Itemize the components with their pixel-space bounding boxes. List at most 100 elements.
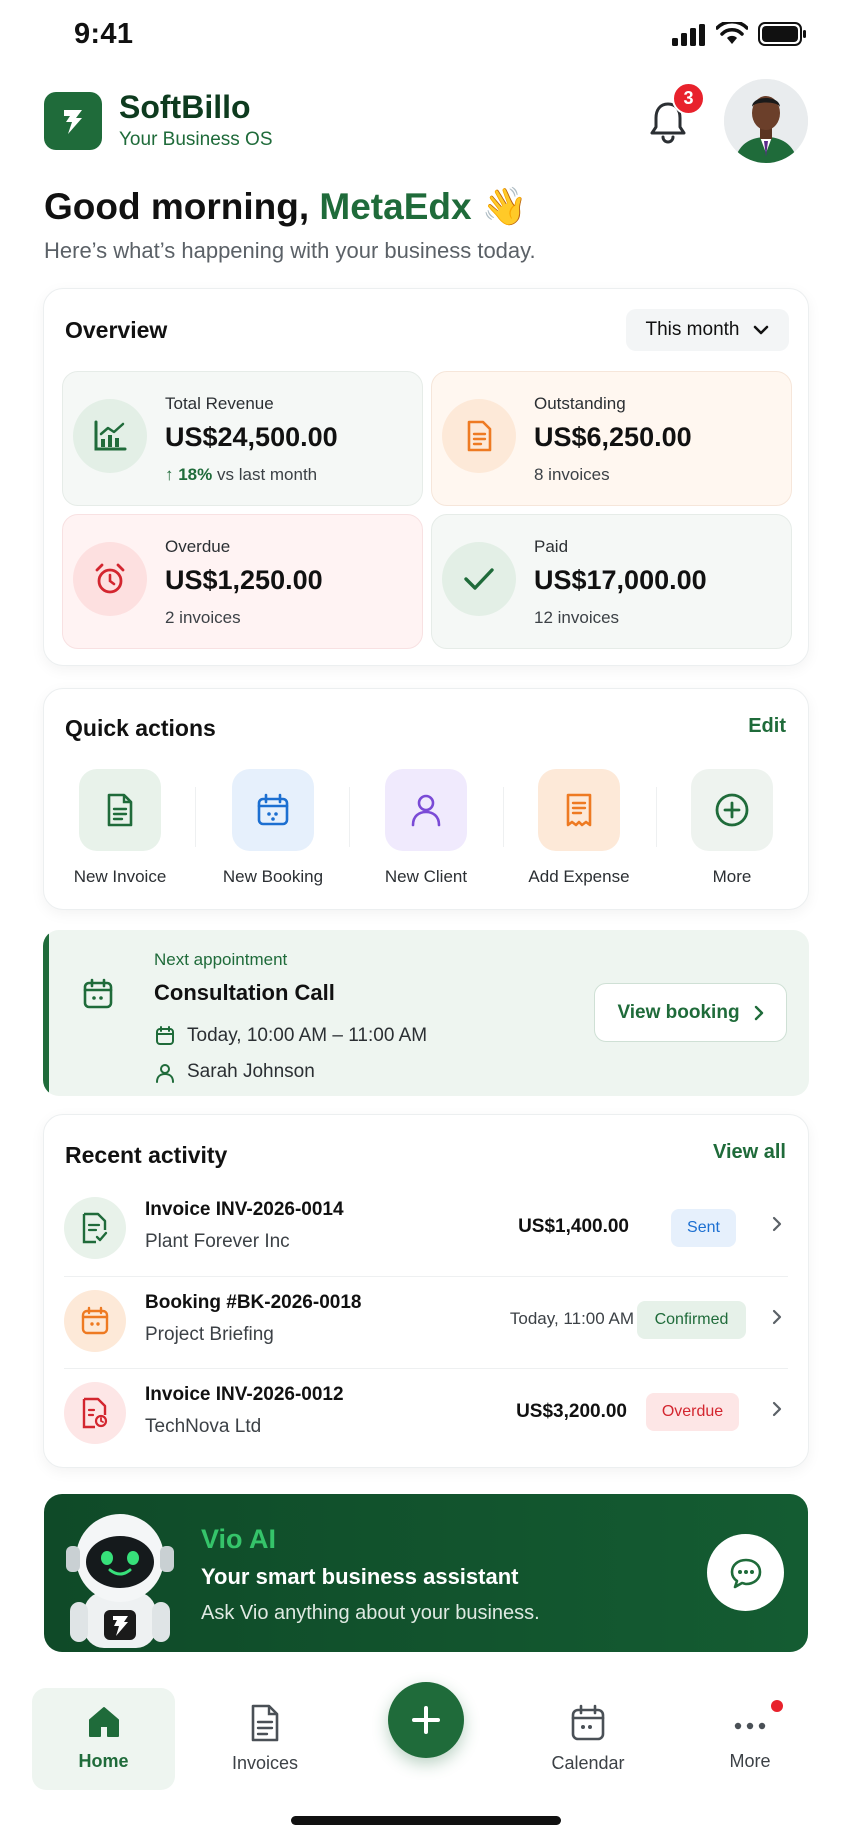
alarm-clock-icon xyxy=(73,542,147,616)
activity-subtitle: Project Briefing xyxy=(145,1324,274,1345)
notification-badge: 3 xyxy=(672,82,705,115)
avatar[interactable] xyxy=(724,79,808,163)
nav-more-dot xyxy=(771,1700,783,1712)
view-booking-label: View booking xyxy=(617,1001,740,1023)
stat-outstanding[interactable]: Outstanding US$6,250.00 8 invoices xyxy=(431,371,792,506)
chat-bubble-icon xyxy=(730,1558,761,1588)
activity-title: Invoice INV-2026-0014 xyxy=(145,1199,344,1220)
nav-invoices[interactable]: Invoices xyxy=(205,1688,325,1774)
receipt-icon xyxy=(566,793,592,827)
signal-icon xyxy=(672,24,706,46)
period-dropdown-label: This month xyxy=(645,319,740,340)
activity-row[interactable]: Invoice INV-2026-0012 TechNova Ltd US$3,… xyxy=(64,1370,788,1462)
activity-row[interactable]: Invoice INV-2026-0014 Plant Forever Inc … xyxy=(64,1185,788,1277)
nav-label: Home xyxy=(78,1751,129,1771)
stat-total-revenue[interactable]: Total Revenue US$24,500.00 ↑ 18% vs last… xyxy=(62,371,423,506)
nav-calendar[interactable]: Calendar xyxy=(528,1688,648,1774)
quick-action-label: More xyxy=(712,867,752,886)
nav-label: More xyxy=(729,1751,771,1771)
quick-action-new-booking[interactable]: New Booking xyxy=(203,769,343,887)
greeting-prefix: Good morning, xyxy=(44,186,310,227)
vio-ai-banner[interactable]: Vio AI Your smart business assistant Ask… xyxy=(44,1494,808,1652)
calendar-icon xyxy=(83,978,113,1009)
booking-calendar-icon xyxy=(64,1290,126,1352)
stat-note: 8 invoices xyxy=(534,465,610,484)
overview-title: Overview xyxy=(65,317,168,343)
quick-action-more[interactable]: More xyxy=(662,769,802,887)
stat-label: Paid xyxy=(534,537,569,556)
chevron-right-icon xyxy=(754,1005,763,1020)
chart-icon xyxy=(73,399,147,473)
invoice-warning-icon xyxy=(64,1382,126,1444)
calendar-icon xyxy=(571,1704,605,1741)
view-booking-button[interactable]: View booking xyxy=(594,983,787,1042)
plus-circle-icon xyxy=(715,793,749,827)
stat-change-value: ↑ 18% xyxy=(165,465,213,484)
brand-logo xyxy=(44,92,102,150)
stat-note: 2 invoices xyxy=(165,608,241,627)
quick-action-label: New Invoice xyxy=(73,867,167,886)
quick-action-label: New Client xyxy=(384,867,468,886)
stat-value: US$1,250.00 xyxy=(165,565,323,595)
nav-label: Invoices xyxy=(231,1753,299,1773)
document-icon xyxy=(442,399,516,473)
home-icon xyxy=(88,1707,119,1737)
robot-mascot-icon xyxy=(66,1514,174,1648)
stat-change: ↑ 18% vs last month xyxy=(165,465,317,485)
stat-value: US$6,250.00 xyxy=(534,422,692,452)
nav-more[interactable]: More xyxy=(690,1688,810,1772)
invoice-icon xyxy=(107,793,133,827)
quick-action-label: New Booking xyxy=(222,867,324,886)
activity-title: Booking #BK-2026-0018 xyxy=(145,1292,362,1313)
battery-icon xyxy=(758,22,808,46)
chevron-right-icon xyxy=(772,1309,782,1325)
check-icon xyxy=(442,542,516,616)
quick-action-new-client[interactable]: New Client xyxy=(356,769,496,887)
home-indicator xyxy=(291,1816,561,1825)
greeting-title: Good morning, MetaEdx 👋 xyxy=(44,186,528,229)
plus-icon xyxy=(412,1706,440,1734)
stat-overdue[interactable]: Overdue US$1,250.00 2 invoices xyxy=(62,514,423,649)
chevron-right-icon xyxy=(772,1216,782,1232)
wifi-icon xyxy=(715,20,749,46)
greeting-user-name: MetaEdx xyxy=(319,186,472,227)
ai-headline: Your smart business assistant xyxy=(201,1564,519,1589)
activity-time: Today, 11:00 AM xyxy=(509,1309,634,1328)
nav-home[interactable]: Home xyxy=(32,1688,175,1772)
stat-change-suffix: vs last month xyxy=(216,465,318,484)
quick-action-new-invoice[interactable]: New Invoice xyxy=(50,769,190,887)
edit-quick-actions-link[interactable]: Edit xyxy=(748,715,786,738)
quick-action-label: Add Expense xyxy=(528,867,630,886)
status-badge: Overdue xyxy=(646,1393,739,1431)
invoice-check-icon xyxy=(64,1197,126,1259)
status-time: 9:41 xyxy=(74,18,134,50)
status-badge: Confirmed xyxy=(637,1301,746,1339)
chat-button[interactable] xyxy=(707,1534,784,1611)
activity-title: Invoice INV-2026-0012 xyxy=(145,1384,344,1405)
activity-amount: US$3,200.00 xyxy=(516,1401,627,1422)
greeting-subtitle: Here’s what’s happening with your busine… xyxy=(44,238,536,263)
create-fab-button[interactable] xyxy=(388,1682,464,1758)
activity-row[interactable]: Booking #BK-2026-0018 Project Briefing T… xyxy=(64,1278,788,1370)
period-dropdown[interactable]: This month xyxy=(626,309,789,351)
stat-note: 12 invoices xyxy=(534,608,620,627)
view-all-link[interactable]: View all xyxy=(713,1141,786,1164)
activity-subtitle: TechNova Ltd xyxy=(145,1416,262,1437)
invoice-icon xyxy=(251,1704,279,1742)
ai-title: Vio AI xyxy=(201,1524,277,1554)
stat-label: Overdue xyxy=(165,537,231,556)
person-icon xyxy=(156,1064,174,1083)
chevron-right-icon xyxy=(772,1401,782,1417)
stat-label: Outstanding xyxy=(534,394,626,413)
recent-activity-title: Recent activity xyxy=(65,1142,228,1168)
brand-tagline: Your Business OS xyxy=(119,129,273,150)
appointment-card[interactable]: Next appointment Consultation Call Today… xyxy=(43,930,809,1096)
stat-label: Total Revenue xyxy=(165,394,274,413)
quick-action-add-expense[interactable]: Add Expense xyxy=(509,769,649,887)
wave-emoji: 👋 xyxy=(481,186,528,227)
ai-subtitle: Ask Vio anything about your business. xyxy=(201,1602,540,1624)
appointment-person: Sarah Johnson xyxy=(187,1061,315,1082)
stat-paid[interactable]: Paid US$17,000.00 12 invoices xyxy=(431,514,792,649)
stat-value: US$24,500.00 xyxy=(165,422,338,452)
overview-card: Overview This month Total Revenue US$24,… xyxy=(43,288,809,666)
